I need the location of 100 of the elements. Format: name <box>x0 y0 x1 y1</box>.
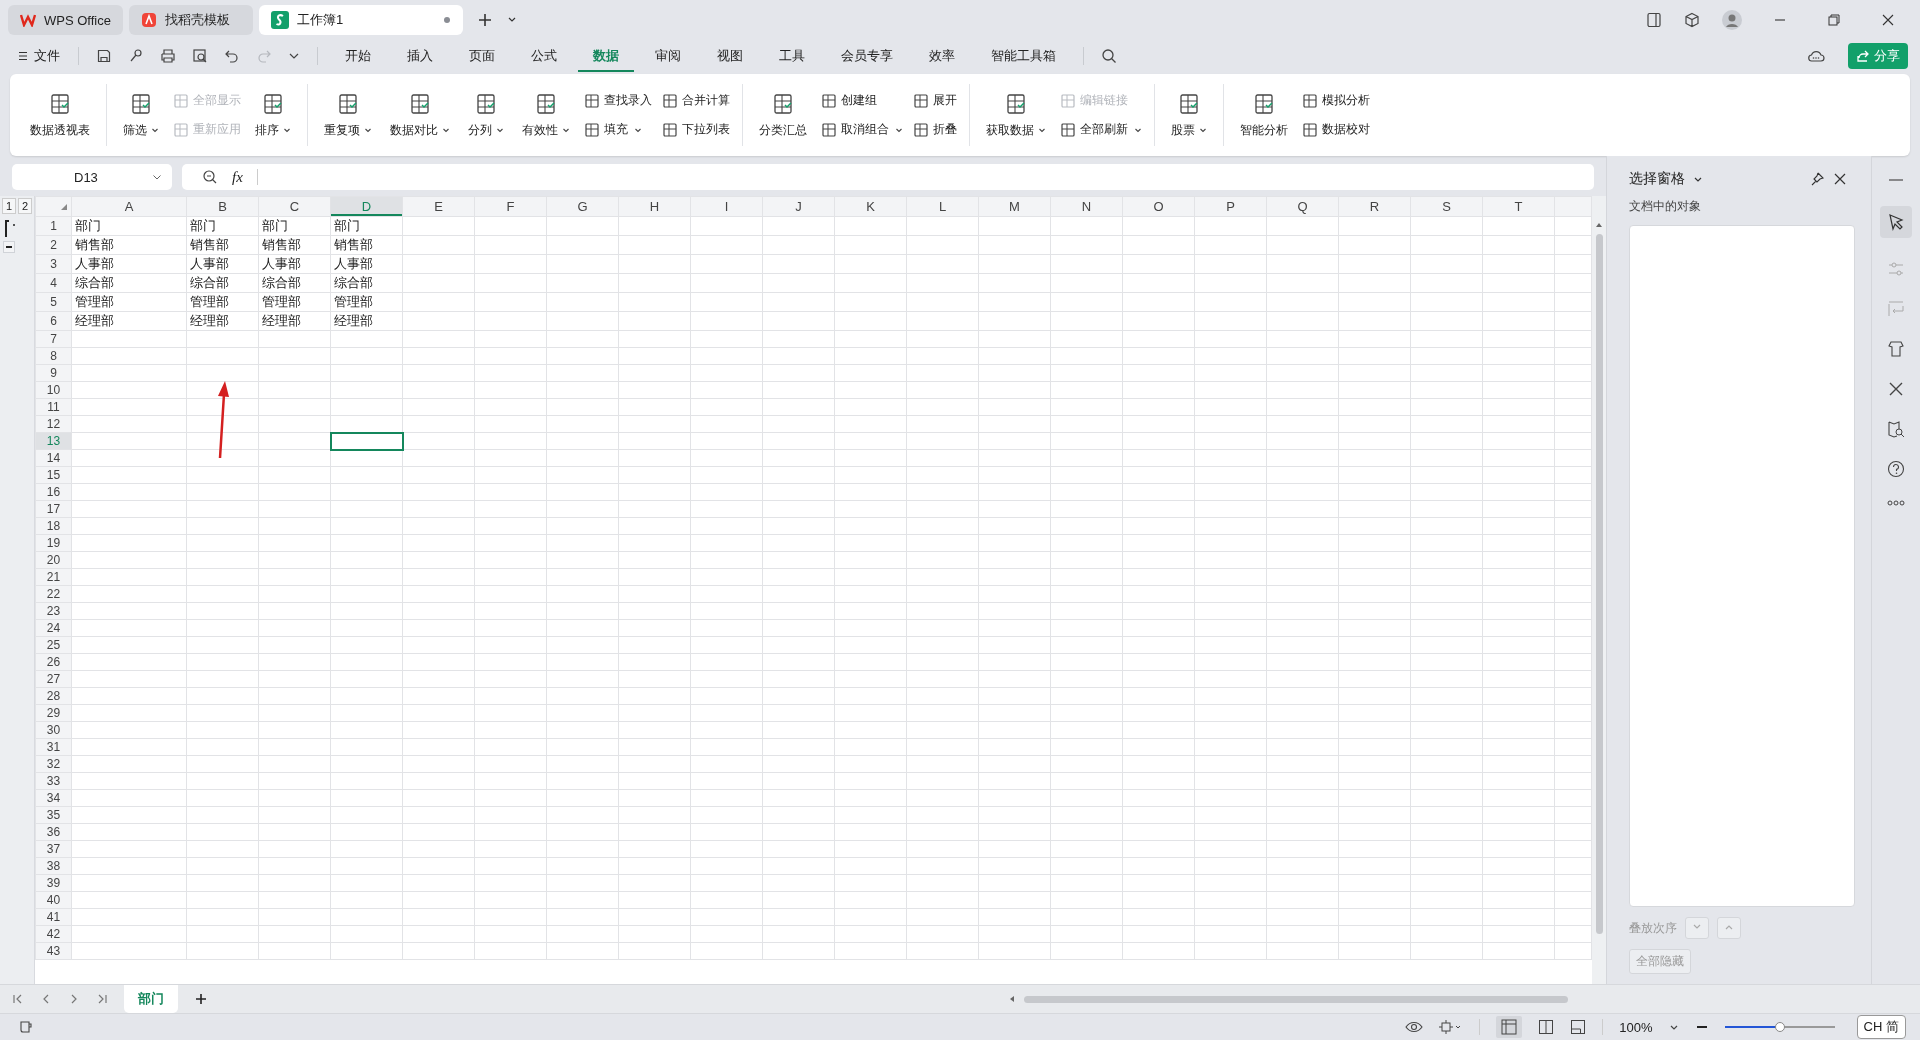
save-icon[interactable] <box>96 48 112 64</box>
ribbon-button[interactable]: 填充 <box>582 119 654 140</box>
table-cell[interactable]: 销售部 <box>71 235 187 255</box>
ribbon-button[interactable]: 模拟分析 <box>1300 90 1372 111</box>
table-cell[interactable]: 经理部 <box>330 311 403 331</box>
pin-icon[interactable] <box>1809 171 1825 187</box>
cube-icon[interactable] <box>1684 12 1700 28</box>
ribbon-button[interactable]: 全部刷新 <box>1058 119 1144 140</box>
cursor-icon[interactable] <box>1880 206 1912 238</box>
new-tab-icon[interactable] <box>476 12 493 28</box>
ribbon-button[interactable]: 数据对比 <box>384 87 456 143</box>
column-header[interactable]: C <box>258 196 331 217</box>
ribbon-tab[interactable]: 公式 <box>516 40 572 72</box>
column-header[interactable]: R <box>1338 196 1411 217</box>
table-cell[interactable]: 部门 <box>258 216 331 236</box>
slider-thumb[interactable] <box>1774 1022 1785 1032</box>
ribbon-button[interactable]: 获取数据 <box>980 87 1052 143</box>
file-menu-button[interactable]: 文件 <box>12 47 66 65</box>
table-cell[interactable]: 销售部 <box>330 235 403 255</box>
column-header[interactable]: P <box>1194 196 1267 217</box>
window-tab[interactable]: 工作簿1 <box>258 5 463 35</box>
macro-icon[interactable] <box>18 1019 34 1035</box>
page-view-icon[interactable] <box>1538 1019 1555 1035</box>
scroll-left-icon[interactable] <box>1008 995 1016 1003</box>
ribbon-button[interactable]: 取消组合 <box>819 119 905 140</box>
column-header[interactable]: L <box>906 196 979 217</box>
table-cell[interactable]: 人事部 <box>186 254 259 274</box>
active-cell[interactable] <box>330 432 403 450</box>
ribbon-button[interactable]: 分类汇总 <box>753 87 813 143</box>
normal-view-icon[interactable] <box>1496 1016 1523 1038</box>
column-header[interactable]: T <box>1482 196 1555 217</box>
last-sheet-icon[interactable] <box>96 993 108 1005</box>
column-header[interactable]: O <box>1122 196 1195 217</box>
zoom-out-icon[interactable] <box>202 169 218 185</box>
table-cell[interactable]: 部门 <box>330 216 403 236</box>
table-cell[interactable]: 管理部 <box>330 292 403 312</box>
select-all-icon[interactable] <box>60 203 68 211</box>
restore-icon[interactable] <box>1827 13 1841 27</box>
more-icon[interactable] <box>1887 500 1905 506</box>
table-cell[interactable]: 管理部 <box>186 292 259 312</box>
search-icon[interactable] <box>1101 48 1117 64</box>
ribbon-button[interactable]: 数据校对 <box>1300 119 1372 140</box>
input-method-indicator[interactable]: CH 简 <box>1856 1015 1906 1039</box>
window-tab[interactable]: WPS Office <box>8 5 123 35</box>
table-cell[interactable]: 综合部 <box>330 273 403 293</box>
scrollbar-thumb[interactable] <box>1024 995 1568 1003</box>
print-icon[interactable] <box>160 48 176 64</box>
table-cell[interactable]: 管理部 <box>258 292 331 312</box>
tablet-icon[interactable] <box>1646 12 1662 28</box>
ribbon-button[interactable]: 筛选 <box>117 87 165 143</box>
table-cell[interactable]: 管理部 <box>71 292 187 312</box>
sheet-tab[interactable]: 部门 <box>124 985 178 1013</box>
column-header[interactable]: E <box>402 196 475 217</box>
ribbon-tab[interactable]: 页面 <box>454 40 510 72</box>
table-cell[interactable]: 综合部 <box>186 273 259 293</box>
table-cell[interactable]: 经理部 <box>258 311 331 331</box>
eye-icon[interactable] <box>1405 1020 1424 1034</box>
ribbon-button[interactable]: 排序 <box>249 87 297 143</box>
add-sheet-icon[interactable] <box>194 992 208 1006</box>
avatar-icon[interactable] <box>1722 10 1742 30</box>
collapse-button[interactable] <box>3 241 15 253</box>
ribbon-button[interactable]: 合并计算 <box>660 90 732 111</box>
ribbon-button[interactable]: 股票 <box>1165 87 1213 143</box>
table-cell[interactable]: 经理部 <box>186 311 259 331</box>
column-header[interactable]: J <box>762 196 835 217</box>
ribbon-tab[interactable]: 工具 <box>764 40 820 72</box>
close-icon[interactable] <box>1881 13 1895 27</box>
ribbon-button[interactable]: 分列 <box>462 87 510 143</box>
table-cell[interactable]: 销售部 <box>186 235 259 255</box>
ribbon-button[interactable]: 折叠 <box>911 119 959 140</box>
column-header[interactable]: Q <box>1266 196 1339 217</box>
ribbon-tab[interactable]: 视图 <box>702 40 758 72</box>
ribbon-tab[interactable]: 智能工具箱 <box>976 40 1071 72</box>
table-cell[interactable]: 人事部 <box>330 254 403 274</box>
window-tab[interactable]: 找稻壳模板 <box>128 5 253 35</box>
column-header[interactable]: G <box>546 196 619 217</box>
column-header[interactable]: S <box>1410 196 1483 217</box>
table-cell[interactable]: 经理部 <box>71 311 187 331</box>
table-cell[interactable]: 综合部 <box>258 273 331 293</box>
column-header[interactable]: N <box>1050 196 1123 217</box>
ribbon-tab[interactable]: 插入 <box>392 40 448 72</box>
outline-level-button[interactable]: 2 <box>18 198 32 214</box>
table-cell[interactable]: 综合部 <box>71 273 187 293</box>
close-icon[interactable] <box>1833 172 1847 186</box>
sliders-icon[interactable] <box>1887 260 1905 278</box>
column-header[interactable]: A <box>71 196 187 217</box>
help-icon[interactable] <box>1887 460 1905 478</box>
ribbon-tab[interactable]: 会员专享 <box>826 40 908 72</box>
column-header[interactable]: F <box>474 196 547 217</box>
undo-icon[interactable] <box>224 48 240 64</box>
column-header[interactable]: I <box>690 196 763 217</box>
name-box[interactable]: D13 <box>12 164 172 190</box>
page-break-view-icon[interactable] <box>1570 1019 1587 1035</box>
zoom-level[interactable]: 100% <box>1619 1019 1653 1035</box>
pane-title[interactable]: 选择窗格 <box>1629 170 1685 188</box>
column-header[interactable]: H <box>618 196 691 217</box>
ribbon-button[interactable]: 下拉列表 <box>660 119 732 140</box>
formula-field[interactable]: fx <box>182 164 1594 190</box>
table-cell[interactable]: 部门 <box>186 216 259 236</box>
book-search-icon[interactable] <box>1887 420 1905 438</box>
